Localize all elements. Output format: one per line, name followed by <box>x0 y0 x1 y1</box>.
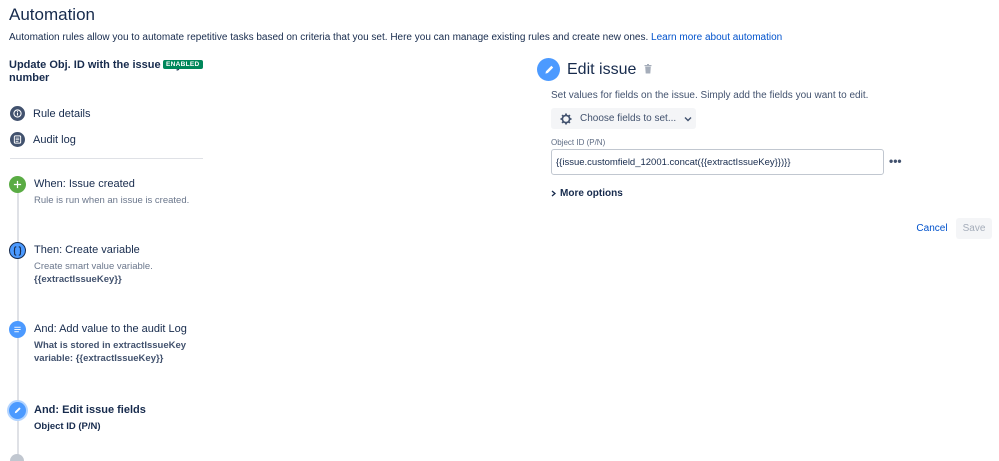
gear-icon <box>560 113 572 125</box>
edit-panel-description: Set values for fields on the issue. Simp… <box>551 90 869 101</box>
more-actions-icon[interactable]: ••• <box>889 154 902 168</box>
step-trigger[interactable]: When: Issue created Rule is run when an … <box>9 176 189 207</box>
step-title: And: Add value to the audit Log <box>34 323 187 335</box>
more-options-toggle[interactable]: More options <box>551 188 623 199</box>
learn-more-link[interactable]: Learn more about automation <box>651 32 782 43</box>
step-title: When: Issue created <box>34 178 135 190</box>
plus-icon <box>9 176 26 193</box>
nav-audit-log-label: Audit log <box>33 133 76 146</box>
edit-panel-title: Edit issue <box>567 60 637 78</box>
nav-rule-details-label: Rule details <box>33 107 91 120</box>
step-audit-log[interactable]: And: Add value to the audit Log What is … <box>9 321 209 365</box>
step-subtitle: Create smart value variable. <box>34 261 153 272</box>
page-description-text: Automation rules allow you to automate r… <box>9 32 649 43</box>
step-title: Then: Create variable <box>34 244 140 256</box>
nav-rule-details[interactable]: Rule details <box>10 106 90 121</box>
step-title: And: Edit issue fields <box>34 404 146 416</box>
object-id-field[interactable] <box>551 149 884 175</box>
log-icon <box>9 321 26 338</box>
rule-title-text: Update Obj. ID with the issue key number <box>9 59 182 84</box>
chevron-down-icon <box>684 116 692 122</box>
cancel-button[interactable]: Cancel <box>912 218 952 239</box>
audit-log-icon <box>10 132 25 147</box>
status-badge: ENABLED <box>163 60 203 69</box>
page-title: Automation <box>9 5 95 24</box>
field-label: Object ID (P/N) <box>551 138 606 147</box>
step-detail: What is stored in extractIssueKey variab… <box>34 340 187 364</box>
step-edit-issue[interactable]: And: Edit issue fields Object ID (P/N) <box>9 402 146 433</box>
next-step-indicator <box>10 454 24 461</box>
more-options-label: More options <box>560 188 623 199</box>
pencil-icon <box>537 58 560 81</box>
variable-icon <box>9 242 26 259</box>
save-button[interactable]: Save <box>956 218 992 239</box>
step-detail: Object ID (P/N) <box>34 421 101 432</box>
step-detail: {{extractIssueKey}} <box>34 274 122 285</box>
choose-fields-button[interactable]: Choose fields to set... <box>551 108 696 129</box>
nav-audit-log[interactable]: Audit log <box>10 132 76 147</box>
page-description: Automation rules allow you to automate r… <box>9 32 782 43</box>
chevron-right-icon <box>551 190 556 197</box>
nav-divider <box>10 158 203 159</box>
trash-icon[interactable] <box>644 61 652 79</box>
pencil-icon <box>9 402 26 419</box>
step-subtitle: Rule is run when an issue is created. <box>34 195 190 206</box>
info-icon <box>10 106 25 121</box>
step-create-variable[interactable]: Then: Create variable Create smart value… <box>9 242 153 286</box>
edit-panel-header: Edit issue <box>537 58 652 81</box>
choose-fields-label: Choose fields to set... <box>580 113 677 124</box>
